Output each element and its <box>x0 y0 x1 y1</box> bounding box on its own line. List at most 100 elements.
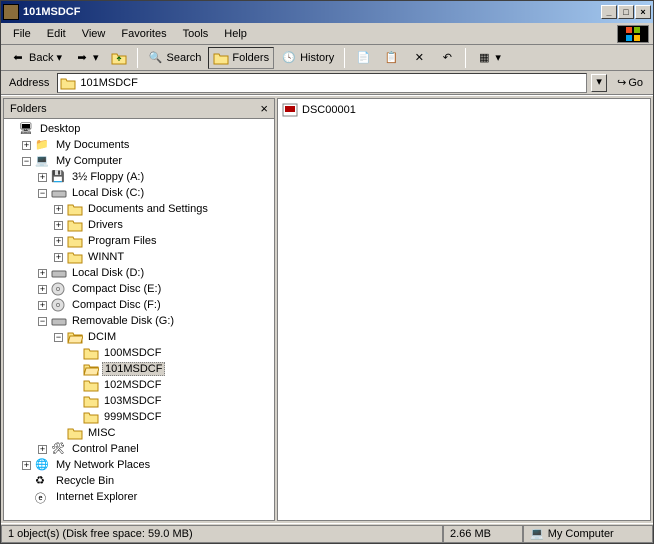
copyto-button[interactable]: 📋 <box>378 47 404 69</box>
folder-icon <box>67 250 83 264</box>
file-item[interactable]: DSC00001 <box>282 103 646 117</box>
menu-tools[interactable]: Tools <box>175 25 217 43</box>
tree-node-mycomputer[interactable]: −💻My Computer <box>22 153 272 169</box>
tree-node-recycle[interactable]: ♻Recycle Bin <box>22 473 272 489</box>
back-button[interactable]: ⬅ Back ▾ <box>5 47 67 69</box>
delete-button[interactable]: ✕ <box>406 47 432 69</box>
folder-icon <box>67 218 83 232</box>
drive-icon <box>51 186 67 200</box>
forward-button[interactable]: ➡ ▾ <box>69 47 104 69</box>
undo-button[interactable]: ↶ <box>434 47 460 69</box>
folder-open-icon <box>67 330 83 344</box>
minimize-button[interactable]: _ <box>601 5 617 19</box>
moveto-button[interactable]: 📄 <box>350 47 376 69</box>
tree-node-ie[interactable]: ⓔInternet Explorer <box>22 489 272 505</box>
tree-node-102msdcf[interactable]: 102MSDCF <box>70 377 272 393</box>
collapse-icon[interactable]: − <box>54 333 63 342</box>
folders-icon <box>213 50 229 66</box>
folders-button[interactable]: Folders <box>208 47 274 69</box>
maximize-button[interactable]: □ <box>618 5 634 19</box>
tree-node-cpanel[interactable]: +🛠Control Panel <box>38 441 272 457</box>
moveto-icon: 📄 <box>355 50 371 66</box>
expand-icon[interactable]: + <box>38 445 47 454</box>
collapse-icon[interactable]: − <box>22 157 31 166</box>
cd-icon <box>51 282 67 296</box>
content-pane[interactable]: DSC00001 <box>277 98 651 521</box>
ie-icon: ⓔ <box>35 490 51 504</box>
folder-icon <box>60 76 76 90</box>
tree-node-999msdcf[interactable]: 999MSDCF <box>70 409 272 425</box>
go-label: Go <box>628 77 643 89</box>
dropdown-icon: ▾ <box>495 51 501 64</box>
collapse-icon[interactable]: − <box>38 189 47 198</box>
tree-node-progfiles[interactable]: +Program Files <box>54 233 272 249</box>
dropdown-icon: ▾ <box>56 51 62 64</box>
floppy-icon: 💾 <box>51 170 67 184</box>
folder-icon <box>67 202 83 216</box>
expand-icon[interactable]: + <box>22 141 31 150</box>
menu-favorites[interactable]: Favorites <box>113 25 174 43</box>
folders-pane-close[interactable]: × <box>260 101 268 116</box>
history-button[interactable]: 🕓 History <box>276 47 339 69</box>
tree-node-desktop[interactable]: 🖥Desktop <box>6 121 272 137</box>
status-text: 1 object(s) (Disk free space: 59.0 MB) <box>1 525 443 543</box>
delete-icon: ✕ <box>411 50 427 66</box>
status-location: 💻 My Computer <box>523 525 653 543</box>
tree-node-cdf[interactable]: +Compact Disc (F:) <box>38 297 272 313</box>
addressbar: Address 101MSDCF ▾ ↪ Go <box>1 71 653 95</box>
expand-icon[interactable]: + <box>54 221 63 230</box>
views-button[interactable]: ▦▾ <box>471 47 506 69</box>
menu-help[interactable]: Help <box>216 25 255 43</box>
address-input[interactable]: 101MSDCF <box>57 73 587 93</box>
status-size: 2.66 MB <box>443 525 523 543</box>
folder-icon <box>83 378 99 392</box>
go-button[interactable]: ↪ Go <box>611 74 649 91</box>
expand-icon[interactable]: + <box>54 205 63 214</box>
drive-icon <box>51 266 67 280</box>
tree-node-winnt[interactable]: +WINNT <box>54 249 272 265</box>
tree-node-locald[interactable]: +Local Disk (D:) <box>38 265 272 281</box>
expand-icon[interactable]: + <box>38 269 47 278</box>
tree-node-localc[interactable]: −Local Disk (C:) <box>38 185 272 201</box>
tree-node-misc[interactable]: MISC <box>54 425 272 441</box>
expand-icon[interactable]: + <box>38 285 47 294</box>
tree-node-removg[interactable]: −Removable Disk (G:) <box>38 313 272 329</box>
expand-icon[interactable]: + <box>38 173 47 182</box>
tree-node-docsettings[interactable]: +Documents and Settings <box>54 201 272 217</box>
file-name: DSC00001 <box>302 104 356 116</box>
back-arrow-icon: ⬅ <box>10 50 26 66</box>
address-dropdown[interactable]: ▾ <box>591 74 607 92</box>
network-icon: 🌐 <box>35 458 51 472</box>
up-button[interactable] <box>106 47 132 69</box>
tree-node-103msdcf[interactable]: 103MSDCF <box>70 393 272 409</box>
close-button[interactable]: × <box>635 5 651 19</box>
search-button[interactable]: 🔍 Search <box>143 47 207 69</box>
expand-icon[interactable]: + <box>54 237 63 246</box>
tree-node-dcim[interactable]: −DCIM <box>54 329 272 345</box>
up-folder-icon <box>111 50 127 66</box>
history-label: History <box>300 52 334 64</box>
expand-icon[interactable]: + <box>22 461 31 470</box>
tree-node-floppy[interactable]: +💾3½ Floppy (A:) <box>38 169 272 185</box>
expand-icon[interactable]: + <box>54 253 63 262</box>
expand-icon[interactable]: + <box>38 301 47 310</box>
address-label: Address <box>5 77 53 89</box>
history-icon: 🕓 <box>281 50 297 66</box>
folder-icon <box>83 410 99 424</box>
cd-icon <box>51 298 67 312</box>
app-icon <box>3 4 19 20</box>
collapse-icon[interactable]: − <box>38 317 47 326</box>
menu-view[interactable]: View <box>74 25 114 43</box>
tree-node-mydocuments[interactable]: +📁My Documents <box>22 137 272 153</box>
tree-node-netplaces[interactable]: +🌐My Network Places <box>22 457 272 473</box>
folders-pane-title: Folders <box>10 103 47 115</box>
folder-tree[interactable]: 🖥Desktop +📁My Documents −💻My Computer + 💾… <box>4 119 274 520</box>
tree-node-cde[interactable]: +Compact Disc (E:) <box>38 281 272 297</box>
menu-file[interactable]: File <box>5 25 39 43</box>
tree-node-drivers[interactable]: +Drivers <box>54 217 272 233</box>
views-icon: ▦ <box>476 50 492 66</box>
tree-node-101msdcf[interactable]: 101MSDCF <box>70 361 272 377</box>
undo-icon: ↶ <box>439 50 455 66</box>
menu-edit[interactable]: Edit <box>39 25 74 43</box>
tree-node-100msdcf[interactable]: 100MSDCF <box>70 345 272 361</box>
